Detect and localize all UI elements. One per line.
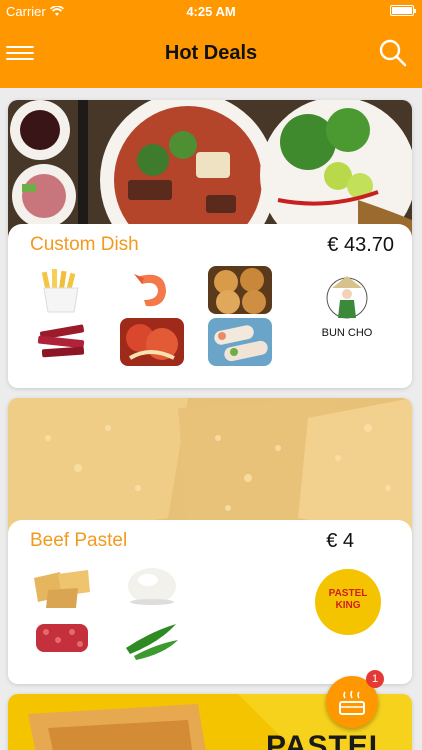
restaurant-logo-text: BUN CHO (322, 327, 373, 339)
cart-button[interactable]: 1 (326, 670, 384, 728)
restaurant-logo: PASTEL KING (314, 568, 382, 636)
battery-icon (390, 5, 416, 16)
dough-ball-image (120, 562, 184, 610)
restaurant-logo-graphic: PASTEL KING (315, 569, 381, 635)
restaurant-logo-graphic: BUN CHO (316, 272, 378, 352)
status-time: 4:25 AM (186, 4, 236, 19)
deal-info: Custom Dish € 43.70 BUN CHO (8, 224, 412, 388)
search-icon[interactable] (378, 38, 408, 68)
status-bar: Carrier 4:25 AM (0, 0, 422, 22)
pastel-image (30, 562, 94, 610)
rice-paper-rolls-image (208, 318, 272, 366)
deal-info: Beef Pastel € 4 PASTEL KING (8, 520, 412, 684)
deal-hero-image (8, 398, 412, 538)
spring-rolls-image (208, 266, 272, 314)
cart-count-badge: 1 (366, 670, 384, 688)
restaurant-logo: BUN CHO (316, 272, 378, 352)
kimchi-image (120, 318, 184, 366)
dish-price: € 43.70 (327, 234, 394, 256)
beef-jerky-image (30, 318, 94, 366)
banner-text: PASTEL (266, 730, 389, 750)
navigation-bar: Hot Deals (0, 22, 422, 88)
restaurant-logo-text: PASTEL KING (328, 588, 368, 611)
deal-hero-image (8, 100, 412, 240)
minced-beef-image (30, 614, 94, 662)
shrimp-image (120, 266, 184, 314)
french-fries-image (30, 266, 94, 314)
dish-price: € 4 (326, 530, 354, 552)
deal-card-beef-pastel[interactable]: Beef Pastel € 4 PASTEL KING (8, 398, 412, 684)
dish-name: Custom Dish (30, 234, 139, 255)
dish-name: Beef Pastel (30, 530, 128, 551)
page-title: Hot Deals (164, 42, 258, 64)
green-peppers-image (120, 614, 184, 662)
deal-card-custom-dish[interactable]: Custom Dish € 43.70 BUN CHO (8, 100, 412, 388)
